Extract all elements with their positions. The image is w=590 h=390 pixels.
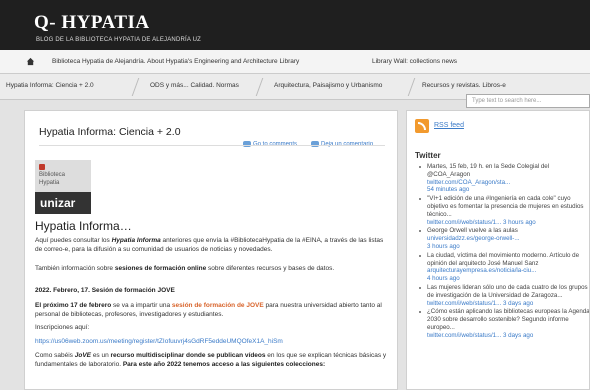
site-subtitle: BLOG DE LA BIBLIOTECA HYPATIA DE ALEJAND… <box>36 37 202 43</box>
post-heading: Hypatia Informa… <box>35 219 132 233</box>
paragraph-inscriptions: Inscripciones aquí: <box>35 324 90 331</box>
tweet-list: Martes, 15 feb, 19 h. en la Sede Colegia… <box>417 163 589 341</box>
tweet-link[interactable]: twitter.com/i/web/status/1... <box>427 219 501 226</box>
tweet-link[interactable]: twitter.com/COA_Aragon/sta... <box>427 179 510 186</box>
tweet-item: ¿Cómo están aplicando las bibliotecas eu… <box>417 308 589 339</box>
comment-icon <box>311 141 319 147</box>
logo-line-1: Biblioteca <box>39 172 66 178</box>
home-icon[interactable] <box>26 57 35 66</box>
search-input[interactable]: Type text to search here... <box>466 94 590 108</box>
paragraph-jove: El próximo 17 de febrero se va a imparti… <box>35 302 382 318</box>
paragraph-jove-description: Como sabéis JoVE es un recurso multidisc… <box>35 352 387 368</box>
twitter-heading: Twitter <box>415 151 441 160</box>
logo-mark <box>39 164 45 170</box>
tweet-item: Martes, 15 feb, 19 h. en la Sede Colegia… <box>417 163 589 194</box>
tab-hypatia-informa[interactable]: Hypatia Informa: Ciencia + 2.0 <box>6 82 94 89</box>
registration-link[interactable]: https://us06web.zoom.us/meeting/register… <box>35 338 387 347</box>
tab-separator <box>248 78 264 96</box>
tweet-item: George Orwell vuelve a las aulas universi… <box>417 227 589 250</box>
rss-feed-link[interactable]: RSS feed <box>434 122 464 129</box>
page: Q- HYPATIA BLOG DE LA BIBLIOTECA HYPATIA… <box>0 0 590 390</box>
tweet-link[interactable]: universidadzz.es/george-orwell-... <box>427 235 520 242</box>
site-header: Q- HYPATIA BLOG DE LA BIBLIOTECA HYPATIA… <box>0 0 590 50</box>
tab-arquitectura[interactable]: Arquitectura, Paisajismo y Urbanismo <box>274 82 382 89</box>
tweet-link[interactable]: twitter.com/i/web/status/1... <box>427 300 501 307</box>
tweet-item: La ciudad, víctima del movimiento modern… <box>417 252 589 283</box>
divider <box>39 145 385 146</box>
paragraph-training: También información sobre sesiones de fo… <box>35 265 335 272</box>
tab-ods[interactable]: ODS y más... Calidad. Normas <box>150 82 239 89</box>
tweet-time[interactable]: 54 minutes ago <box>427 186 469 193</box>
tab-separator <box>400 78 416 96</box>
library-logo: Biblioteca Hypatia unizar <box>35 160 91 216</box>
tweet-link[interactable]: twitter.com/i/web/status/1... <box>427 332 501 339</box>
tweet-time[interactable]: 3 days ago <box>503 332 533 339</box>
tab-recursos[interactable]: Recursos y revistas. Libros-e <box>422 82 506 89</box>
top-nav: Biblioteca Hypatia de Alejandría. About … <box>0 50 590 74</box>
post-content: Hypatia Informa: Ciencia + 2.0 Go to com… <box>24 110 398 390</box>
nav-item-about[interactable]: Biblioteca Hypatia de Alejandría. About … <box>52 58 299 65</box>
tweet-link[interactable]: arquitecturayempresa.es/noticia/la-ciu..… <box>427 267 536 274</box>
tweet-time[interactable]: 4 hours ago <box>427 275 460 282</box>
post-title[interactable]: Hypatia Informa: Ciencia + 2.0 <box>39 126 181 138</box>
section-heading-jove: 2022. Febrero, 17. Sesión de formación J… <box>35 287 175 294</box>
tweet-item: "VI+1 edición de una #Ingeniería en cada… <box>417 195 589 226</box>
tweet-time[interactable]: 3 hours ago <box>503 219 536 226</box>
tweet-item: Las mujeres lideran sólo uno de cada cua… <box>417 284 589 307</box>
logo-bar: unizar <box>35 192 91 214</box>
site-title[interactable]: Q- HYPATIA <box>34 12 150 34</box>
comment-icon <box>243 141 251 147</box>
nav-item-library-wall[interactable]: Library Wall: collections news <box>372 58 457 65</box>
tab-separator <box>124 78 140 96</box>
sidebar: RSS feed Twitter Martes, 15 feb, 19 h. e… <box>406 110 590 390</box>
paragraph-intro: Aquí puedes consultar los Hypatia Inform… <box>35 237 384 253</box>
logo-line-2: Hypatia <box>39 180 60 186</box>
tweet-time[interactable]: 3 days ago <box>503 300 533 307</box>
rss-icon[interactable] <box>415 119 429 133</box>
tweet-time[interactable]: 3 hours ago <box>427 243 460 250</box>
